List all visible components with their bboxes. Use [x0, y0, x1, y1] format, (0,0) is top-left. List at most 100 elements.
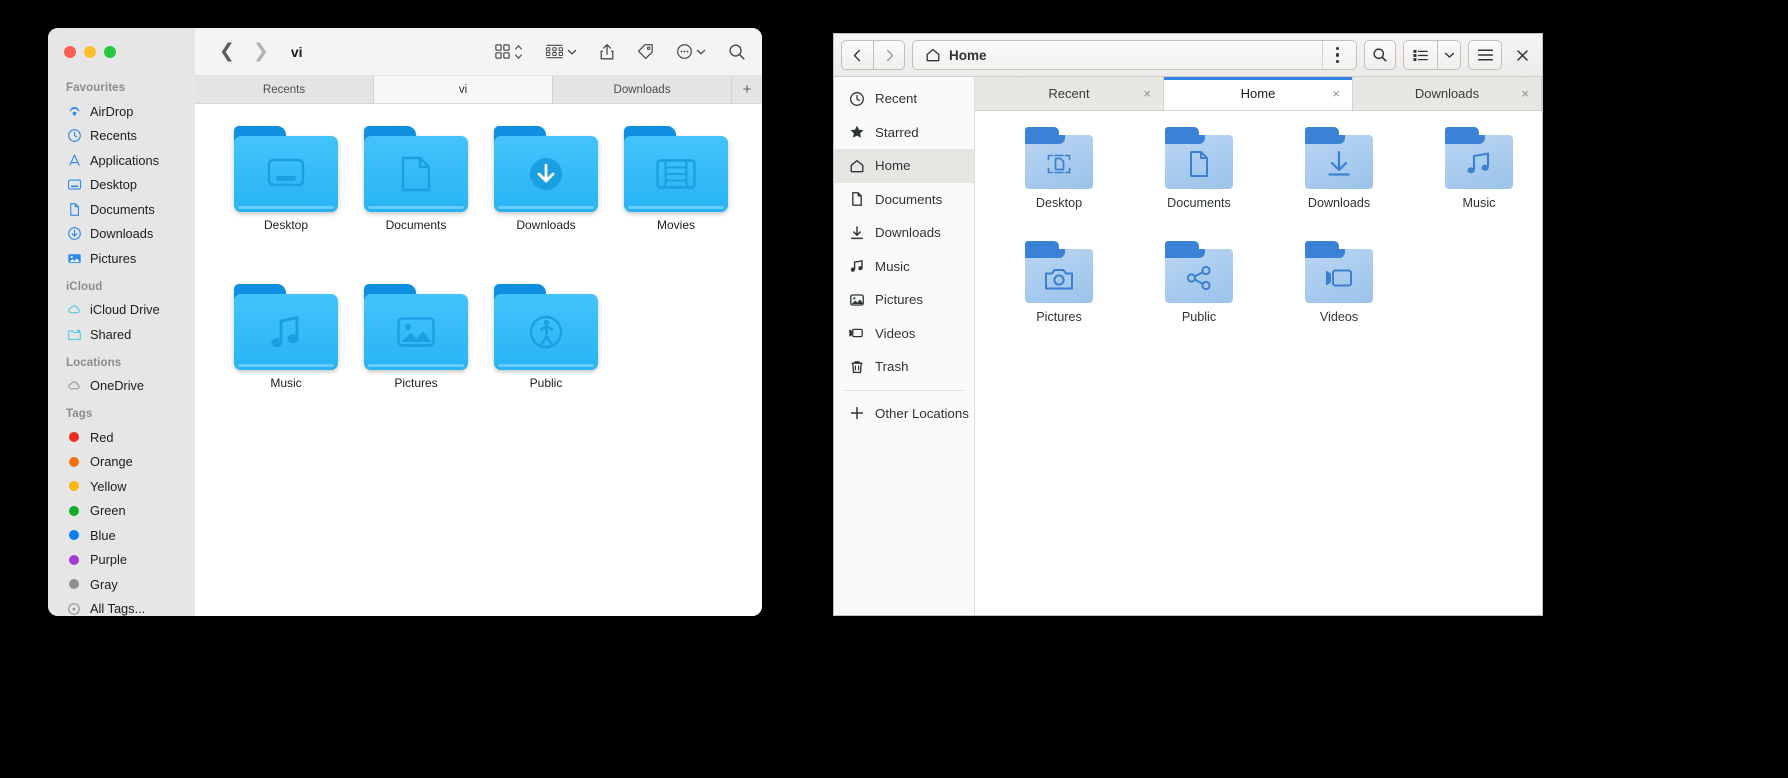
tag-icon[interactable]: [637, 43, 654, 60]
file-item-documents[interactable]: Documents: [1129, 127, 1269, 241]
toolbar-actions: [494, 43, 746, 61]
search-icon[interactable]: [728, 43, 746, 61]
tab-close-icon[interactable]: ×: [1143, 86, 1151, 101]
folder-documents-icon: [364, 126, 468, 212]
up-down-chevron-icon: [515, 44, 522, 59]
view-mode-button[interactable]: [1403, 40, 1437, 70]
sidebar-item-label: Desktop: [90, 177, 137, 193]
tab-vi[interactable]: vi: [374, 76, 553, 103]
file-item-pictures[interactable]: Pictures: [351, 284, 481, 442]
file-item-music[interactable]: Music: [221, 284, 351, 442]
navigation-controls[interactable]: ❮ ❯: [219, 42, 269, 61]
sidebar-item-label: Blue: [90, 527, 116, 543]
sidebar-item-airdrop[interactable]: AirDrop: [48, 99, 195, 124]
more-ellipsis-icon[interactable]: [676, 43, 706, 60]
close-button[interactable]: [64, 46, 76, 58]
pictures-icon: [66, 250, 82, 266]
sidebar-tag-green[interactable]: Green: [48, 499, 195, 524]
path-bar[interactable]: Home: [912, 40, 1357, 70]
back-button[interactable]: [841, 40, 873, 70]
zoom-button[interactable]: [104, 46, 116, 58]
tab-label: Recents: [262, 83, 306, 96]
sidebar-tag-blue[interactable]: Blue: [48, 523, 195, 548]
sidebar-item-documents[interactable]: Documents: [48, 197, 195, 222]
grid-view-icon[interactable]: [494, 43, 523, 60]
window-controls[interactable]: [48, 38, 195, 72]
tab-downloads[interactable]: Downloads ×: [1353, 77, 1542, 110]
list-view-icon[interactable]: [545, 43, 577, 60]
chevron-down-icon: [696, 49, 706, 55]
sidebar-item-downloads[interactable]: Downloads: [48, 222, 195, 247]
file-label: Desktop: [1035, 196, 1083, 210]
sidebar-tag-purple[interactable]: Purple: [48, 548, 195, 573]
sidebar-item-label: Videos: [875, 325, 916, 341]
folder-public-icon: [1165, 241, 1233, 303]
sidebar-item-onedrive[interactable]: OneDrive: [48, 374, 195, 399]
forward-button[interactable]: ❯: [253, 42, 269, 61]
back-button[interactable]: ❮: [219, 42, 235, 61]
sidebar-item-home[interactable]: Home: [834, 149, 974, 183]
file-item-videos[interactable]: Videos: [1269, 241, 1409, 355]
folder-desktop-icon: [1025, 127, 1093, 189]
sidebar-tag-yellow[interactable]: Yellow: [48, 474, 195, 499]
sidebar-item-recent[interactable]: Recent: [834, 82, 974, 116]
file-item-downloads[interactable]: Downloads: [1269, 127, 1409, 241]
sidebar-item-other-locations[interactable]: Other Locations: [834, 397, 974, 431]
file-item-public[interactable]: Public: [1129, 241, 1269, 355]
sidebar-item-music[interactable]: Music: [834, 250, 974, 284]
sidebar-item-documents[interactable]: Documents: [834, 183, 974, 217]
folder-movies-icon: [624, 126, 728, 212]
tag-dot-icon: [66, 552, 82, 568]
sidebar-item-label: Starred: [875, 124, 919, 140]
tab-label: vi: [458, 83, 468, 96]
sidebar-item-label: Purple: [90, 552, 127, 568]
sidebar-tag-orange[interactable]: Orange: [48, 450, 195, 475]
new-tab-button[interactable]: +: [732, 76, 762, 103]
sidebar-item-pictures[interactable]: Pictures: [834, 283, 974, 317]
sidebar-item-label: Downloads: [90, 226, 154, 242]
minimize-button[interactable]: [84, 46, 96, 58]
sidebar-item-label: All Tags...: [90, 601, 146, 616]
sidebar-all-tags[interactable]: All Tags...: [48, 597, 195, 616]
sidebar-item-downloads[interactable]: Downloads: [834, 216, 974, 250]
forward-button[interactable]: [873, 40, 905, 70]
tab-home[interactable]: Home ×: [1164, 77, 1353, 110]
file-label: Videos: [1319, 310, 1359, 324]
file-item-desktop[interactable]: Desktop: [221, 126, 351, 284]
file-label: Pictures: [1036, 310, 1082, 324]
file-item-desktop[interactable]: Desktop: [989, 127, 1129, 241]
sidebar-item-trash[interactable]: Trash: [834, 350, 974, 384]
sidebar-item-videos[interactable]: Videos: [834, 317, 974, 351]
sidebar-item-desktop[interactable]: Desktop: [48, 173, 195, 198]
tab-recents[interactable]: Recents: [195, 76, 374, 103]
sidebar-tag-red[interactable]: Red: [48, 425, 195, 450]
file-item-documents[interactable]: Documents: [351, 126, 481, 284]
sidebar-item-label: Other Locations: [875, 405, 969, 421]
sidebar-item-applications[interactable]: Applications: [48, 148, 195, 173]
sidebar-item-shared[interactable]: Shared: [48, 322, 195, 347]
hamburger-menu-icon: [1477, 49, 1493, 61]
tab-downloads[interactable]: Downloads: [553, 76, 732, 103]
share-icon[interactable]: [599, 43, 615, 61]
sidebar-item-label: Shared: [90, 326, 132, 342]
file-item-downloads[interactable]: Downloads: [481, 126, 611, 284]
tab-recent[interactable]: Recent ×: [975, 77, 1164, 110]
main-menu-button[interactable]: [1468, 40, 1502, 70]
search-button[interactable]: [1364, 40, 1396, 70]
sidebar-item-pictures[interactable]: Pictures: [48, 246, 195, 271]
view-dropdown-button[interactable]: [1437, 40, 1461, 70]
sidebar-item-icloud-drive[interactable]: iCloud Drive: [48, 298, 195, 323]
tab-close-icon[interactable]: ×: [1332, 86, 1340, 101]
path-menu-button[interactable]: [1322, 41, 1352, 69]
sidebar-item-starred[interactable]: Starred: [834, 116, 974, 150]
file-item-pictures[interactable]: Pictures: [989, 241, 1129, 355]
file-item-music[interactable]: Music: [1409, 127, 1542, 241]
finder-window: Favourites AirDrop Recents Applications …: [48, 28, 762, 616]
sidebar-tag-gray[interactable]: Gray: [48, 572, 195, 597]
sidebar-item-recents[interactable]: Recents: [48, 124, 195, 149]
trash-icon: [848, 358, 865, 375]
close-window-button[interactable]: [1509, 40, 1535, 70]
tab-close-icon[interactable]: ×: [1521, 86, 1529, 101]
file-item-movies[interactable]: Movies: [611, 126, 741, 284]
file-item-public[interactable]: Public: [481, 284, 611, 442]
